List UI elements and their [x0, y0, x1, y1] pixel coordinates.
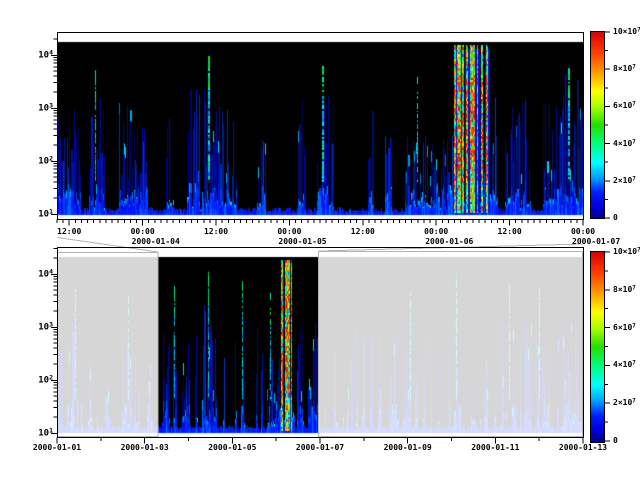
colorbar-top-tick-label: 10×107 [613, 28, 640, 36]
colorbar-bottom-tick-label: 4×107 [613, 361, 636, 369]
zoom-y-tick-label: 104 [38, 50, 53, 61]
overview-x-date-label: 2000-01-11 [471, 444, 519, 452]
overview-x-date-label: 2000-01-01 [33, 444, 81, 452]
overview-spectrogram-plot[interactable] [57, 247, 583, 437]
overview-x-date-label: 2000-01-03 [121, 444, 169, 452]
overview-y-tick-label: 104 [38, 269, 53, 280]
colorbar-bottom-tick-label: 6×107 [613, 324, 636, 332]
colorbar-bottom [590, 251, 605, 443]
colorbar-bottom-tick-label: 0 [613, 437, 618, 445]
overview-x-date-label: 2000-01-09 [384, 444, 432, 452]
zoom-x-time-label: 12:00 [57, 228, 81, 236]
zoom-y-tick-label: 102 [38, 156, 53, 167]
zoom-x-time-label: 00:00 [277, 228, 301, 236]
colorbar-top-tick-label: 8×107 [613, 65, 636, 73]
zoom-x-date-label: 2000-01-05 [278, 238, 326, 246]
zoom-x-time-label: 12:00 [351, 228, 375, 236]
zoom-x-time-label: 12:00 [204, 228, 228, 236]
colorbar-top-tick-label: 4×107 [613, 140, 636, 148]
colorbar-bottom-tick-label: 2×107 [613, 399, 636, 407]
overview-y-tick-label: 103 [38, 322, 53, 333]
overview-x-date-label: 2000-01-05 [208, 444, 256, 452]
zoom-x-time-label: 00:00 [424, 228, 448, 236]
colorbar-top [590, 31, 605, 219]
zoom-y-tick-label: 103 [38, 103, 53, 114]
colorbar-bottom-tick-label: 10×107 [613, 248, 640, 256]
overview-x-date-label: 2000-01-13 [559, 444, 607, 452]
zoom-x-time-label: 00:00 [131, 228, 155, 236]
colorbar-top-tick-label: 6×107 [613, 102, 636, 110]
colorbar-bottom-tick-label: 8×107 [613, 286, 636, 294]
zoom-y-tick-label: 101 [38, 209, 53, 220]
overview-y-tick-label: 102 [38, 375, 53, 386]
spectrogram-figure: 12:00 00:00 12:00 00:00 12:00 00:00 12:00 00:00… [0, 0, 640, 480]
overview-x-date-label: 2000-01-07 [296, 444, 344, 452]
overview-y-tick-label: 101 [38, 428, 53, 439]
zoom-x-date-label: 2000-01-06 [425, 238, 473, 246]
colorbar-top-tick-label: 0 [613, 214, 618, 222]
zoom-x-time-label: 00:00 [571, 228, 595, 236]
zoom-x-time-label: 12:00 [498, 228, 522, 236]
zoom-spectrogram-plot[interactable] [57, 32, 583, 219]
zoom-x-date-label: 2000-01-07 [572, 238, 620, 246]
zoom-x-date-label: 2000-01-04 [132, 238, 180, 246]
colorbar-top-tick-label: 2×107 [613, 177, 636, 185]
